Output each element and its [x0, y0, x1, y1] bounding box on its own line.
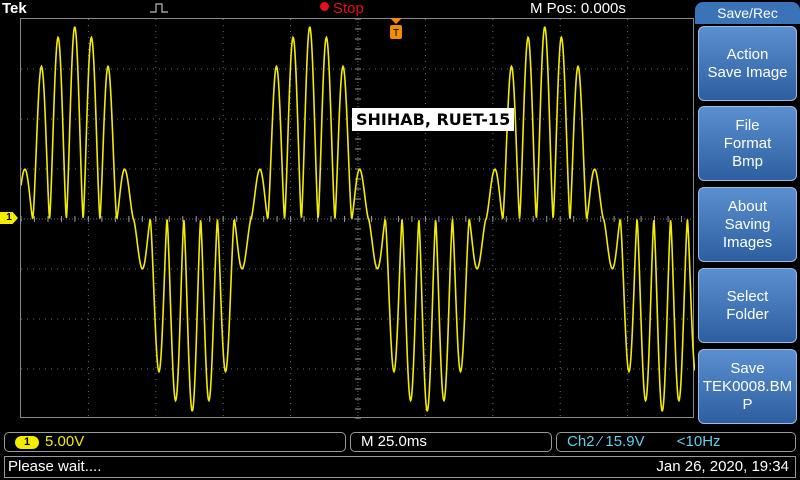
message-bar: Please wait.... Jan 26, 2020, 19:34: [0, 454, 800, 480]
action-save-image-button[interactable]: Action Save Image: [698, 26, 797, 101]
frequency-readout: <10Hz: [676, 433, 721, 450]
side-menu: Save/Rec Action Save Image File Format B…: [695, 0, 800, 430]
waveform-display: [20, 18, 695, 419]
trigger-source: Ch2: [567, 433, 595, 450]
menu-title: Save/Rec: [695, 2, 800, 24]
run-status: Stop: [333, 0, 364, 17]
top-status-bar: Tek Stop M Pos: 0.000s: [0, 0, 694, 18]
trigger-mode-icon: [150, 3, 168, 13]
about-saving-images-button[interactable]: About Saving Images: [698, 187, 797, 262]
timebase-readout[interactable]: M 25.0ms: [350, 432, 552, 452]
trigger-readout[interactable]: Ch2 ⁄ 15.9V <10Hz: [556, 432, 796, 452]
screen-annotation: SHIHAB, RUET-15: [352, 108, 515, 131]
trigger-position-marker[interactable]: T: [389, 18, 403, 40]
position-readout: M Pos: 0.000s: [530, 0, 626, 17]
ch1-scale: 5.00V: [45, 433, 85, 450]
status-message: Please wait....: [8, 458, 102, 475]
save-file-button[interactable]: Save TEK0008.BM P: [698, 349, 797, 424]
file-format-button[interactable]: File Format Bmp: [698, 106, 797, 181]
ch1-ground-marker[interactable]: 1: [0, 212, 18, 224]
svg-text:T: T: [393, 28, 399, 39]
status-readouts: 1 5.00V M 25.0ms Ch2 ⁄ 15.9V <10Hz: [0, 430, 800, 454]
message-box: Please wait.... Jan 26, 2020, 19:34: [4, 456, 796, 478]
ch1-scale-readout[interactable]: 1 5.00V: [4, 432, 346, 452]
ch1-badge: 1: [15, 435, 39, 449]
select-folder-button[interactable]: Select Folder: [698, 268, 797, 343]
trigger-slope-icon: ⁄: [598, 433, 602, 450]
timebase-value: M 25.0ms: [361, 433, 427, 450]
ch1-waveform: [21, 26, 695, 412]
stop-indicator-icon: [320, 2, 329, 11]
date-time: Jan 26, 2020, 19:34: [656, 458, 789, 475]
trigger-level: 15.9V: [605, 433, 645, 450]
brand-logo: Tek: [2, 0, 27, 17]
